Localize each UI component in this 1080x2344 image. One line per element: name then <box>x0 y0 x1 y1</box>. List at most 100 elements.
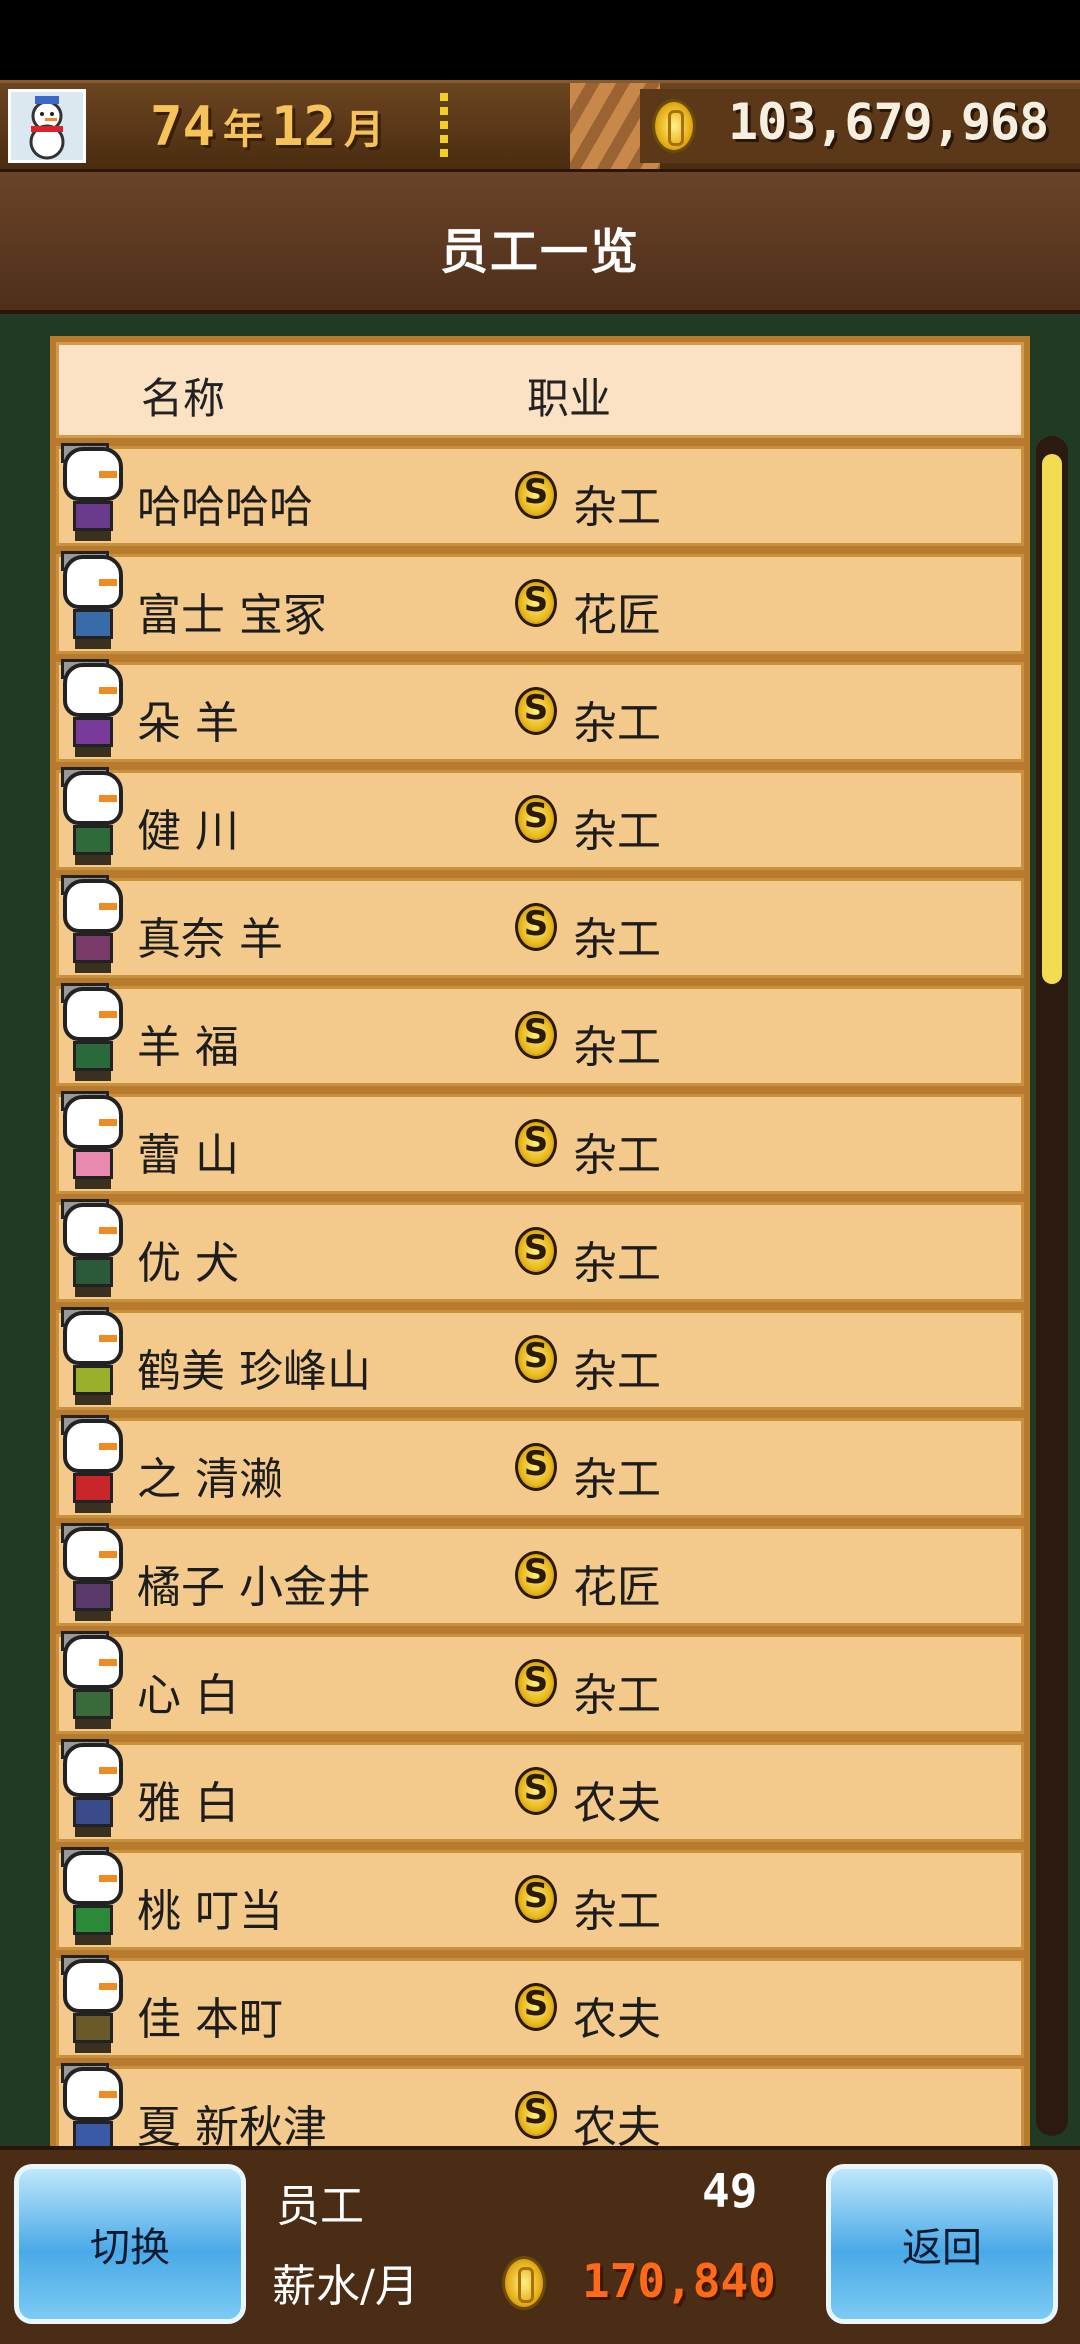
job-coin-icon: S <box>515 579 557 627</box>
month-label: 月 <box>344 107 385 153</box>
snowman-character-icon <box>59 983 129 1087</box>
salary-value: 170,840 <box>582 2254 776 2308</box>
month-value: 12 <box>271 94 337 158</box>
table-row[interactable]: 羊 福 S 杂工 <box>56 983 1024 1087</box>
staff-job: 杂工 <box>573 806 661 857</box>
job-coin-icon: S <box>515 1227 557 1275</box>
year-label: 年 <box>223 107 264 153</box>
job-coin-icon: S <box>515 1443 557 1491</box>
table-row[interactable]: 鹤美 珍峰山 S 杂工 <box>56 1307 1024 1411</box>
scrollbar[interactable] <box>1036 436 1068 2136</box>
staff-job: 杂工 <box>573 1454 661 1505</box>
table-row[interactable]: 桃 叮当 S 杂工 <box>56 1847 1024 1951</box>
staff-count-label: 员工 <box>276 2181 364 2232</box>
table-row[interactable]: 真奈 羊 S 杂工 <box>56 875 1024 979</box>
staff-name: 雅 白 <box>137 1778 239 1829</box>
staff-name: 优 犬 <box>137 1238 239 1289</box>
snowman-character-icon <box>59 1739 129 1843</box>
staff-name: 桃 叮当 <box>137 1886 283 1937</box>
staff-job: 花匠 <box>573 1562 661 1613</box>
gold-coin-icon <box>502 2256 546 2310</box>
staff-job: 杂工 <box>573 1238 661 1289</box>
job-coin-icon: S <box>515 1551 557 1599</box>
snowman-character-icon <box>59 1091 129 1195</box>
money-amount: 103,679,968 <box>728 93 1049 151</box>
table-row[interactable]: 雅 白 S 农夫 <box>56 1739 1024 1843</box>
salary-label: 薪水/月 <box>272 2261 419 2312</box>
staff-job: 杂工 <box>573 482 661 533</box>
title-bar: 员工一览 <box>0 172 1080 314</box>
table-row[interactable]: 佳 本町 S 农夫 <box>56 1955 1024 2059</box>
staff-job: 农夫 <box>573 2102 661 2146</box>
scrollbar-thumb[interactable] <box>1042 454 1062 984</box>
snowman-character-icon <box>59 767 129 871</box>
staff-job: 杂工 <box>573 914 661 965</box>
bottom-bar: 切换 员工 49 薪水/月 170,840 返回 <box>0 2146 1080 2344</box>
job-coin-icon: S <box>515 1011 557 1059</box>
job-coin-icon: S <box>515 471 557 519</box>
snowman-character-icon <box>59 1523 129 1627</box>
main-area: 名称 职业 哈哈哈哈 S 杂工 富士 宝冢 S 花匠朵 羊 S 杂工健 川 S 杂工 真奈 羊 S 杂工… <box>0 314 1080 2146</box>
snowman-character-icon <box>59 1307 129 1411</box>
table-row[interactable]: 蕾 山 S 杂工 <box>56 1091 1024 1195</box>
snowman-avatar-icon[interactable] <box>8 89 86 163</box>
staff-name: 鹤美 珍峰山 <box>137 1346 371 1397</box>
staff-job: 杂工 <box>573 1346 661 1397</box>
table-row[interactable]: 心 白 S 杂工 <box>56 1631 1024 1735</box>
staff-job: 杂工 <box>573 1886 661 1937</box>
job-coin-icon: S <box>515 1767 557 1815</box>
table-row[interactable]: 橘子 小金井 S 花匠 <box>56 1523 1024 1627</box>
job-coin-icon: S <box>515 1875 557 1923</box>
staff-name: 健 川 <box>137 806 239 857</box>
job-coin-icon: S <box>515 1983 557 2031</box>
job-coin-icon: S <box>515 903 557 951</box>
snowman-character-icon <box>59 659 129 763</box>
staff-job: 杂工 <box>573 1022 661 1073</box>
table-row[interactable]: 哈哈哈哈 S 杂工 <box>56 443 1024 547</box>
gold-coin-icon <box>652 99 696 153</box>
game-date: 74 年 12 月 <box>150 91 392 161</box>
staff-list[interactable]: 哈哈哈哈 S 杂工 富士 宝冢 S 花匠朵 羊 S 杂工健 川 S 杂工 真奈 羊 S 杂工羊 福 S 杂工… <box>50 443 1030 2146</box>
staff-job: 杂工 <box>573 698 661 749</box>
staff-name: 佳 本町 <box>137 1994 283 2045</box>
table-row[interactable]: 富士 宝冢 S 花匠 <box>56 551 1024 654</box>
back-button[interactable]: 返回 <box>826 2164 1058 2324</box>
column-header-name: 名称 <box>141 374 226 423</box>
job-coin-icon: S <box>515 795 557 843</box>
snowman-character-icon <box>59 2063 129 2146</box>
staff-job: 农夫 <box>573 1778 661 1829</box>
progress-dots-icon <box>438 93 450 159</box>
staff-job: 花匠 <box>573 590 661 641</box>
table-row[interactable]: 夏 新秋津 S 农夫 <box>56 2063 1024 2146</box>
year-value: 74 <box>150 94 216 158</box>
table-row[interactable]: 健 川 S 杂工 <box>56 767 1024 871</box>
page-title: 员工一览 <box>439 224 640 280</box>
job-coin-icon: S <box>515 1119 557 1167</box>
staff-name: 蕾 山 <box>137 1130 239 1181</box>
table-row[interactable]: 之 清濑 S 杂工 <box>56 1415 1024 1519</box>
staff-name: 橘子 小金井 <box>137 1562 371 1613</box>
staff-name: 心 白 <box>137 1670 239 1721</box>
job-coin-icon: S <box>515 1659 557 1707</box>
staff-name: 富士 宝冢 <box>137 590 327 641</box>
job-coin-icon: S <box>515 1335 557 1383</box>
switch-button[interactable]: 切换 <box>14 2164 246 2324</box>
staff-count-value: 49 <box>702 2164 758 2218</box>
table-row[interactable]: 朵 羊 S 杂工 <box>56 659 1024 763</box>
staff-table: 名称 职业 哈哈哈哈 S 杂工 富士 宝冢 S 花匠朵 羊 S 杂工健 川 S 杂工 真奈 羊 S 杂工… <box>50 336 1030 2146</box>
job-coin-icon: S <box>515 687 557 735</box>
staff-name: 朵 羊 <box>137 698 239 749</box>
staff-job: 杂工 <box>573 1130 661 1181</box>
staff-name: 真奈 羊 <box>137 914 283 965</box>
snowman-character-icon <box>59 1631 129 1735</box>
staff-job: 农夫 <box>573 1994 661 2045</box>
snowman-character-icon <box>59 1847 129 1951</box>
staff-name: 之 清濑 <box>137 1454 283 1505</box>
table-header: 名称 职业 <box>56 342 1024 438</box>
snowman-character-icon <box>59 443 129 547</box>
table-row[interactable]: 优 犬 S 杂工 <box>56 1199 1024 1302</box>
snowman-character-icon <box>59 1955 129 2059</box>
snowman-character-icon <box>59 1415 129 1519</box>
snowman-character-icon <box>59 875 129 979</box>
status-bar: 74 年 12 月 103,679,968 <box>0 80 1080 172</box>
